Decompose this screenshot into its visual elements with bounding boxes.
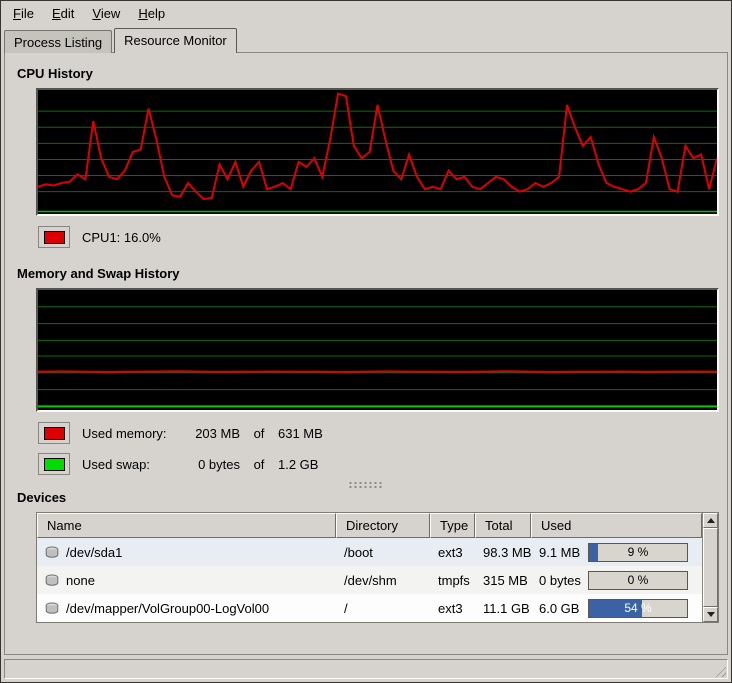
devices-table-header: Name Directory Type Total Used [37, 513, 702, 538]
status-bar [4, 659, 728, 679]
used-memory-value: 203 MB [182, 426, 240, 441]
drive-icon [44, 574, 60, 587]
usage-percent-label: 9 % [589, 544, 687, 561]
used-swap-label: Used swap: [82, 457, 182, 472]
menu-edit[interactable]: Edit [43, 3, 83, 24]
column-header-used[interactable]: Used [531, 513, 702, 538]
device-total: 98.3 MB [475, 545, 531, 560]
cpu-history-graph [36, 88, 719, 216]
window-resize-grip[interactable] [713, 664, 726, 677]
usage-progress-bar: 9 % [588, 543, 688, 562]
device-total: 11.1 GB [475, 601, 531, 616]
tab-process-listing[interactable]: Process Listing [4, 30, 112, 53]
cpu1-color-swatch [38, 226, 70, 248]
used-swap-legend: Used swap: 0 bytes of 1.2 GB [38, 453, 716, 475]
tab-resource-monitor[interactable]: Resource Monitor [114, 28, 237, 53]
used-memory-color [44, 427, 65, 440]
system-monitor-window: File Edit View Help Process Listing Reso… [0, 0, 732, 683]
arrow-up-icon [707, 518, 715, 523]
cpu-legend: CPU1: 16.0% [38, 226, 716, 248]
menu-help[interactable]: Help [129, 3, 174, 24]
device-directory: /dev/shm [336, 573, 430, 588]
usage-percent-label: 54 % [589, 600, 687, 617]
memory-swap-graph [36, 288, 719, 412]
device-name: /dev/sda1 [66, 545, 122, 560]
used-memory-legend: Used memory: 203 MB of 631 MB [38, 422, 716, 444]
cpu1-color [44, 231, 65, 244]
memory-total-value: 631 MB [278, 426, 323, 441]
device-used: 6.0 GB [531, 601, 586, 616]
table-row-none[interactable]: none /dev/shm tmpfs 315 MB 0 bytes 0 % [37, 566, 702, 594]
scroll-down-button[interactable] [703, 607, 718, 622]
menu-file[interactable]: File [4, 3, 43, 24]
table-row-volgroup[interactable]: /dev/mapper/VolGroup00-LogVol00 / ext3 1… [37, 594, 702, 622]
table-row-dev-sda1[interactable]: /dev/sda1 /boot ext3 98.3 MB 9.1 MB 9 % [37, 538, 702, 566]
cpu-history-title: CPU History [17, 66, 716, 81]
scroll-up-button[interactable] [703, 513, 718, 528]
device-type: ext3 [430, 601, 475, 616]
device-total: 315 MB [475, 573, 531, 588]
column-header-type[interactable]: Type [430, 513, 475, 538]
drive-icon [44, 602, 60, 615]
devices-scrollbar[interactable] [702, 513, 718, 622]
drive-icon [44, 546, 60, 559]
tab-bar: Process Listing Resource Monitor [1, 26, 731, 52]
arrow-down-icon [707, 612, 715, 617]
used-memory-color-swatch [38, 422, 70, 444]
pane-resize-grip[interactable] [348, 481, 384, 488]
resource-monitor-page: CPU History CPU1: 16.0% Memory and Swap … [4, 52, 728, 655]
used-memory-label: Used memory: [82, 426, 182, 441]
used-swap-color [44, 458, 65, 471]
column-header-directory[interactable]: Directory [336, 513, 430, 538]
devices-table: Name Directory Type Total Used /dev/sda1 [36, 512, 719, 623]
device-type: ext3 [430, 545, 475, 560]
used-swap-value: 0 bytes [182, 457, 240, 472]
device-type: tmpfs [430, 573, 475, 588]
device-name: /dev/mapper/VolGroup00-LogVol00 [66, 601, 269, 616]
used-swap-color-swatch [38, 453, 70, 475]
memory-history-title: Memory and Swap History [17, 266, 716, 281]
devices-title: Devices [17, 490, 716, 505]
used-swap-of: of [240, 457, 278, 472]
cpu1-legend-label: CPU1: 16.0% [82, 230, 161, 245]
used-memory-of: of [240, 426, 278, 441]
column-header-name[interactable]: Name [37, 513, 336, 538]
swap-total-value: 1.2 GB [278, 457, 318, 472]
usage-progress-bar: 0 % [588, 571, 688, 590]
menu-view[interactable]: View [83, 3, 129, 24]
usage-percent-label: 0 % [589, 572, 687, 589]
device-used: 9.1 MB [531, 545, 586, 560]
device-directory: /boot [336, 545, 430, 560]
device-directory: / [336, 601, 430, 616]
usage-progress-bar: 54 % [588, 599, 688, 618]
scrollbar-thumb[interactable] [703, 528, 718, 607]
menu-bar: File Edit View Help [1, 1, 731, 26]
device-used: 0 bytes [531, 573, 586, 588]
column-header-total[interactable]: Total [475, 513, 531, 538]
device-name: none [66, 573, 95, 588]
